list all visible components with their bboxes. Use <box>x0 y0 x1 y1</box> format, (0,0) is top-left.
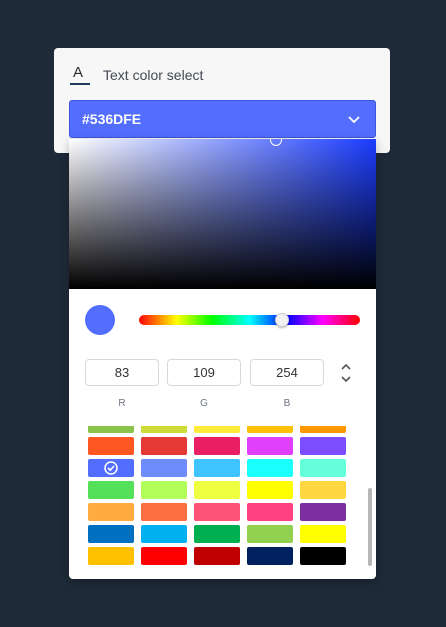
color-swatch[interactable] <box>88 547 134 565</box>
color-select-dropdown[interactable]: #536DFE <box>69 100 376 138</box>
color-swatch[interactable] <box>300 547 346 565</box>
saturation-value-area[interactable] <box>69 139 376 289</box>
hex-value: #536DFE <box>82 111 142 127</box>
color-swatch[interactable] <box>141 459 187 477</box>
text-color-select-card: A Text color select #536DFE <box>54 48 390 153</box>
color-swatch[interactable] <box>300 426 346 433</box>
color-swatch[interactable] <box>194 437 240 455</box>
color-mode-toggle-icon[interactable] <box>339 361 353 385</box>
color-swatch[interactable] <box>247 525 293 543</box>
color-swatch[interactable] <box>300 525 346 543</box>
color-swatch[interactable] <box>141 547 187 565</box>
color-swatch[interactable] <box>194 547 240 565</box>
field-label-row: A Text color select <box>70 64 203 86</box>
green-label: G <box>200 398 208 409</box>
color-swatch[interactable] <box>300 459 346 477</box>
color-swatch[interactable] <box>247 426 293 433</box>
color-swatch[interactable] <box>194 503 240 521</box>
color-swatch[interactable] <box>141 437 187 455</box>
hue-slider-handle[interactable] <box>275 313 289 327</box>
color-swatch[interactable] <box>247 503 293 521</box>
color-swatch[interactable] <box>88 459 134 477</box>
red-input[interactable] <box>85 359 159 386</box>
text-color-icon-glyph: A <box>73 64 84 81</box>
blue-input[interactable] <box>250 359 324 386</box>
color-swatch[interactable] <box>194 426 240 433</box>
swatch-scrollbar[interactable] <box>368 488 372 566</box>
color-swatch[interactable] <box>88 426 134 433</box>
color-swatch[interactable] <box>300 437 346 455</box>
color-swatch[interactable] <box>88 503 134 521</box>
color-swatch[interactable] <box>194 525 240 543</box>
text-color-icon: A <box>70 64 90 86</box>
color-swatch[interactable] <box>141 525 187 543</box>
color-swatch[interactable] <box>88 525 134 543</box>
color-preview-dot <box>85 305 115 335</box>
red-label: R <box>118 398 126 409</box>
blue-label: B <box>283 398 291 409</box>
color-picker-panel: R G B <box>69 139 376 579</box>
saturation-handle[interactable] <box>270 139 282 146</box>
field-label: Text color select <box>103 67 204 83</box>
chevron-down-icon <box>348 116 360 124</box>
color-swatch[interactable] <box>247 459 293 477</box>
color-swatch[interactable] <box>247 547 293 565</box>
color-swatch[interactable] <box>88 437 134 455</box>
color-swatch[interactable] <box>247 437 293 455</box>
color-swatch[interactable] <box>88 481 134 499</box>
green-input[interactable] <box>167 359 241 386</box>
swatch-palette <box>69 426 376 579</box>
color-swatch[interactable] <box>141 503 187 521</box>
color-swatch[interactable] <box>194 459 240 477</box>
color-swatch[interactable] <box>141 426 187 433</box>
color-swatch[interactable] <box>247 481 293 499</box>
hue-slider[interactable] <box>139 315 360 325</box>
color-swatch[interactable] <box>300 481 346 499</box>
check-icon <box>104 461 118 475</box>
color-swatch[interactable] <box>300 503 346 521</box>
color-swatch[interactable] <box>194 481 240 499</box>
color-swatch[interactable] <box>141 481 187 499</box>
